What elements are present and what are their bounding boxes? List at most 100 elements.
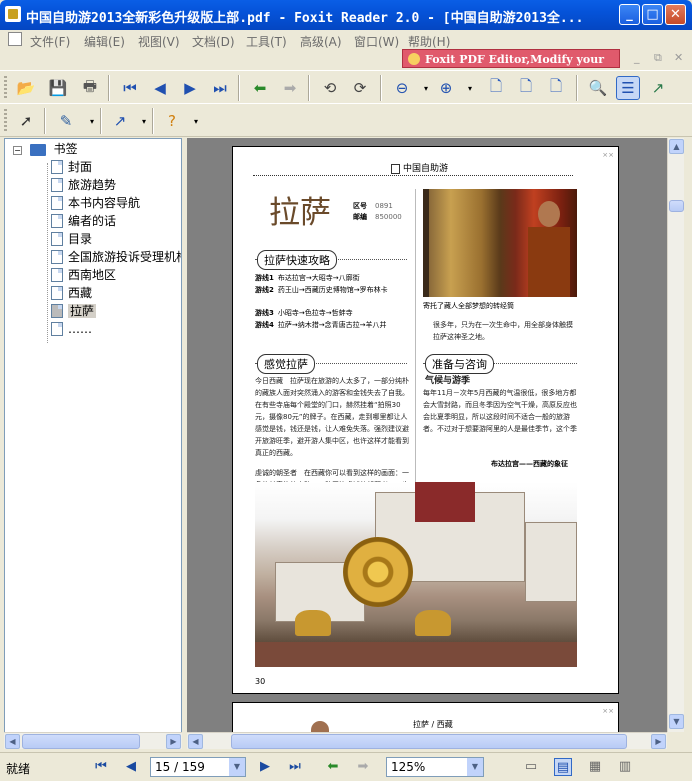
prayer-wheel-photo	[423, 189, 577, 297]
potala-caption: 布达拉宫——西藏的象征	[491, 460, 568, 468]
rotate-right-icon[interactable]: ⟳	[348, 76, 372, 100]
single-page-icon[interactable]: ▭	[522, 758, 540, 776]
scroll-right-icon[interactable]: ▶	[166, 734, 181, 749]
scroll-thumb[interactable]	[669, 200, 684, 212]
previous-page-icon[interactable]: ◀	[122, 758, 140, 776]
bookmark-item-selected[interactable]: 拉萨	[51, 302, 97, 320]
page-number-field[interactable]: 15 / 159 ▼	[150, 757, 246, 777]
last-page-icon[interactable]: ⏭	[286, 758, 304, 776]
scroll-thumb[interactable]	[22, 734, 140, 749]
bookmarks-panel-icon[interactable]: ☰	[616, 76, 640, 100]
continuous-facing-icon[interactable]: ▥	[616, 758, 634, 776]
next-page-icon[interactable]: ▶	[256, 758, 274, 776]
bookmark-icon	[29, 143, 46, 156]
document-view[interactable]: ⨯⨯ 中国自助游 拉萨 区号 0891 邮编 850000 寄托了藏人全部梦想的转经…	[187, 138, 667, 732]
section-quick-guide: 拉萨快速攻略	[257, 250, 337, 270]
bookmark-item[interactable]: 西藏	[51, 284, 92, 302]
scroll-left-icon[interactable]: ◀	[5, 734, 20, 749]
scroll-up-icon[interactable]: ▲	[669, 139, 684, 154]
last-page-icon[interactable]: ⏭	[208, 76, 232, 100]
zoom-in-icon[interactable]: ⊕	[434, 76, 458, 100]
zoom-field[interactable]: 125% ▼	[386, 757, 484, 777]
zoom-in-dropdown-icon[interactable]: ▾	[458, 76, 482, 100]
page-icon	[51, 267, 63, 282]
scroll-right-icon[interactable]: ▶	[651, 734, 666, 749]
bookmark-item[interactable]: 目录	[51, 230, 92, 248]
menu-document[interactable]: 文档(D)	[192, 33, 235, 50]
page-corner-mark: ⨯⨯	[602, 707, 614, 715]
export-icon[interactable]: ↗	[646, 76, 670, 100]
scroll-thumb[interactable]	[231, 734, 627, 749]
toolbar-separator	[108, 75, 110, 101]
collapse-icon[interactable]: −	[13, 146, 22, 155]
menu-bar: 文件(F) 编辑(E) 视图(V) 文档(D) 工具(T) 高级(A) 窗口(W…	[0, 30, 692, 50]
back-icon[interactable]: ⬅	[324, 758, 342, 776]
bookmark-item[interactable]: 全国旅游投诉受理机构	[51, 248, 181, 266]
scroll-down-icon[interactable]: ▼	[669, 714, 684, 729]
ad-banner[interactable]: Foxit PDF Editor,Modify your PDF!	[402, 49, 620, 85]
chevron-down-icon[interactable]: ▼	[229, 758, 245, 776]
app-icon[interactable]	[5, 6, 21, 22]
page-icon	[51, 159, 63, 174]
scroll-left-icon[interactable]: ◀	[188, 734, 203, 749]
actual-size-icon[interactable]: 🗋	[484, 76, 508, 100]
zoom-out-icon[interactable]: ⊖	[390, 76, 414, 100]
select-cursor-icon[interactable]: ➚	[14, 109, 38, 133]
fit-page-icon[interactable]: 🗋	[514, 76, 538, 100]
forward-icon[interactable]: ➡	[278, 76, 302, 100]
menu-advanced[interactable]: 高级(A)	[300, 33, 342, 50]
menu-file[interactable]: 文件(F)	[30, 33, 70, 50]
page-title: 拉萨	[269, 195, 331, 231]
typewriter-icon[interactable]: ✎	[54, 109, 78, 133]
tree-guide-line	[47, 163, 48, 343]
bookmark-root[interactable]: − 书签	[13, 140, 78, 158]
fit-width-icon[interactable]: 🗋	[544, 76, 568, 100]
minimize-button[interactable]: _	[619, 4, 640, 25]
next-page-icon[interactable]: ▶	[178, 76, 202, 100]
facing-page-icon[interactable]: ▦	[586, 758, 604, 776]
continuous-page-icon[interactable]: ▤	[554, 758, 572, 776]
menu-window[interactable]: 窗口(W)	[354, 33, 399, 50]
help-icon[interactable]: ?	[160, 109, 184, 133]
document-vertical-scrollbar[interactable]: ▲ ▼	[667, 138, 684, 732]
save-icon[interactable]: 💾	[46, 76, 70, 100]
menu-help[interactable]: 帮助(H)	[408, 33, 450, 50]
forward-icon[interactable]: ➡	[354, 758, 372, 776]
print-icon[interactable]: 🖶	[78, 76, 102, 100]
menu-view[interactable]: 视图(V)	[138, 33, 180, 50]
page-header: 中国自助游	[391, 161, 448, 174]
open-icon[interactable]: 📂	[14, 76, 38, 100]
back-icon[interactable]: ⬅	[248, 76, 272, 100]
toolbar-separator	[100, 108, 102, 134]
bookmark-item[interactable]: ……	[51, 320, 92, 338]
help-dropdown-icon[interactable]: ▾	[184, 109, 208, 133]
toolbar-grip[interactable]	[4, 109, 7, 133]
first-page-icon[interactable]: ⏮	[92, 758, 110, 776]
red-palace	[415, 482, 475, 522]
bookmark-item[interactable]: 旅游趋势	[51, 176, 116, 194]
bookmarks-horizontal-scrollbar[interactable]: ◀ ▶	[4, 732, 182, 749]
chevron-down-icon[interactable]: ▼	[467, 758, 483, 776]
tools-toolbar: ➚ ✎ ▾ ↗ ▾ ? ▾	[0, 103, 692, 137]
column-divider	[415, 189, 416, 489]
previous-page-icon[interactable]: ◀	[148, 76, 172, 100]
bookmark-item[interactable]: 编者的话	[51, 212, 116, 230]
bookmark-item[interactable]: 本书内容导航	[51, 194, 140, 212]
menu-edit[interactable]: 编辑(E)	[84, 33, 125, 50]
bookmark-item[interactable]: 西南地区	[51, 266, 116, 284]
mdi-restore-button[interactable]: ⧉	[654, 51, 662, 65]
maximize-button[interactable]: □	[642, 4, 663, 25]
mdi-minimize-button[interactable]: _	[634, 51, 640, 64]
document-icon[interactable]	[8, 32, 22, 46]
find-icon[interactable]: 🔍	[586, 76, 610, 100]
mdi-close-button[interactable]: ✕	[674, 51, 683, 64]
close-button[interactable]: ✕	[665, 4, 686, 25]
arrow-tool-icon[interactable]: ↗	[108, 109, 132, 133]
rotate-left-icon[interactable]: ⟲	[318, 76, 342, 100]
window-title: 中国自助游2013全新彩色升级版上部.pdf - Foxit Reader 2.…	[26, 11, 584, 26]
first-page-icon[interactable]: ⏮	[118, 76, 142, 100]
toolbar-grip[interactable]	[4, 76, 7, 100]
bookmark-item[interactable]: 封面	[51, 158, 92, 176]
menu-tools[interactable]: 工具(T)	[246, 33, 287, 50]
document-horizontal-scrollbar[interactable]: ◀ ▶	[187, 732, 667, 749]
